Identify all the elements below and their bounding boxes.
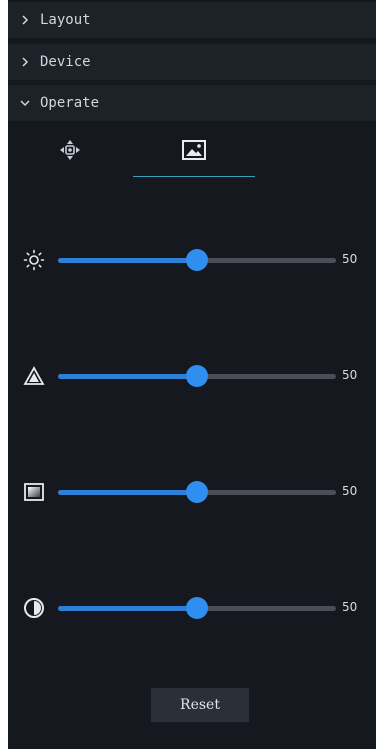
sharpness-slider-thumb[interactable] — [186, 365, 208, 387]
sharpness-row: 50 — [8, 364, 376, 388]
contrast-slider-fill — [58, 606, 197, 611]
image-icon — [182, 140, 206, 164]
sharpness-slider-fill — [58, 374, 197, 379]
operate-tabs — [8, 124, 376, 180]
section-header-layout[interactable]: Layout — [8, 2, 376, 38]
brightness-slider[interactable] — [58, 249, 336, 271]
saturation-row: 50 — [8, 480, 376, 504]
brightness-slider-thumb[interactable] — [186, 249, 208, 271]
sharpness-slider[interactable] — [58, 365, 336, 387]
brightness-value: 50 — [342, 252, 358, 266]
active-tab-indicator — [133, 176, 255, 177]
section-header-device[interactable]: Device — [8, 44, 376, 80]
contrast-slider-thumb[interactable] — [186, 597, 208, 619]
reset-button[interactable]: Reset — [151, 688, 249, 722]
saturation-value: 50 — [342, 484, 358, 498]
side-panel: Layout Device Operate 50 50 50 50 Reset — [8, 0, 376, 749]
section-header-operate[interactable]: Operate — [8, 85, 376, 121]
chevron-right-icon — [18, 55, 32, 69]
saturation-slider-fill — [58, 490, 197, 495]
contrast-icon — [22, 596, 46, 620]
saturation-slider[interactable] — [58, 481, 336, 503]
brightness-row: 50 — [8, 248, 376, 272]
section-label-operate: Operate — [40, 95, 100, 111]
contrast-value: 50 — [342, 600, 358, 614]
section-label-device: Device — [40, 54, 91, 70]
tab-image[interactable] — [174, 132, 214, 172]
contrast-slider[interactable] — [58, 597, 336, 619]
saturation-slider-thumb[interactable] — [186, 481, 208, 503]
contrast-row: 50 — [8, 596, 376, 620]
chevron-down-icon — [18, 96, 32, 110]
chevron-right-icon — [18, 13, 32, 27]
sharpness-value: 50 — [342, 368, 358, 382]
brightness-icon — [22, 248, 46, 272]
sharpness-icon — [22, 364, 46, 388]
ptz-direction-icon — [58, 138, 82, 166]
saturation-icon — [22, 480, 46, 504]
tab-ptz[interactable] — [50, 132, 90, 172]
brightness-slider-fill — [58, 258, 197, 263]
section-label-layout: Layout — [40, 12, 91, 28]
